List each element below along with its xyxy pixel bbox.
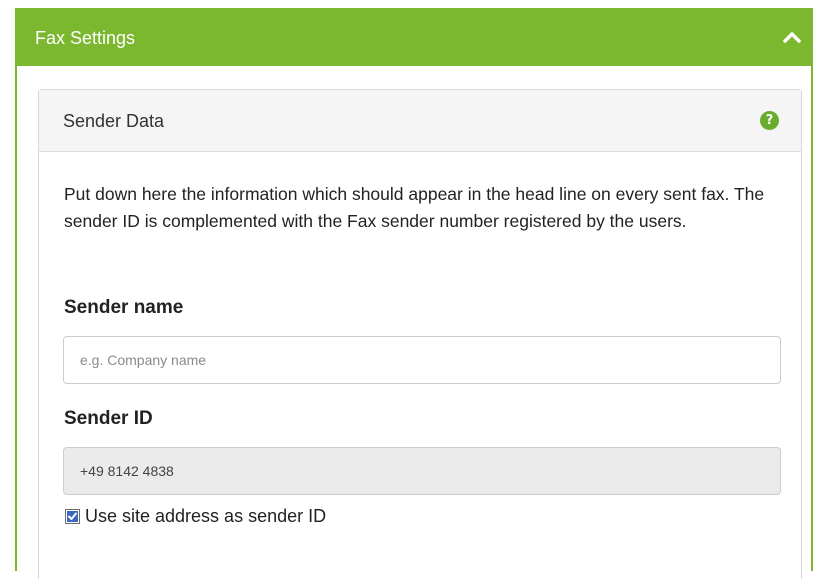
- chevron-up-icon[interactable]: [781, 28, 803, 46]
- sender-data-title: Sender Data: [63, 111, 165, 131]
- checkmark-icon: [67, 510, 78, 522]
- question-circle-icon[interactable]: ?: [760, 111, 779, 130]
- sender-id-label: Sender ID: [64, 408, 153, 429]
- sender-data-panel: Sender Data ? Put down here the informat…: [38, 89, 802, 579]
- sender-name-label: Sender name: [64, 297, 184, 318]
- fax-settings-panel: Fax Settings Sender Data ? Put down here…: [15, 8, 813, 579]
- use-site-address-checkbox-row[interactable]: Use site address as sender ID: [65, 504, 326, 528]
- sender-data-description: Put down here the information which shou…: [64, 184, 765, 231]
- fax-settings-header[interactable]: Fax Settings: [15, 8, 813, 66]
- sender-name-input[interactable]: [63, 336, 781, 384]
- use-site-address-checkbox[interactable]: [65, 508, 80, 524]
- sender-data-header: Sender Data ?: [39, 90, 801, 152]
- fax-settings-title: Fax Settings: [35, 28, 136, 48]
- sender-id-input[interactable]: [63, 447, 781, 495]
- use-site-address-label: Use site address as sender ID: [85, 506, 327, 526]
